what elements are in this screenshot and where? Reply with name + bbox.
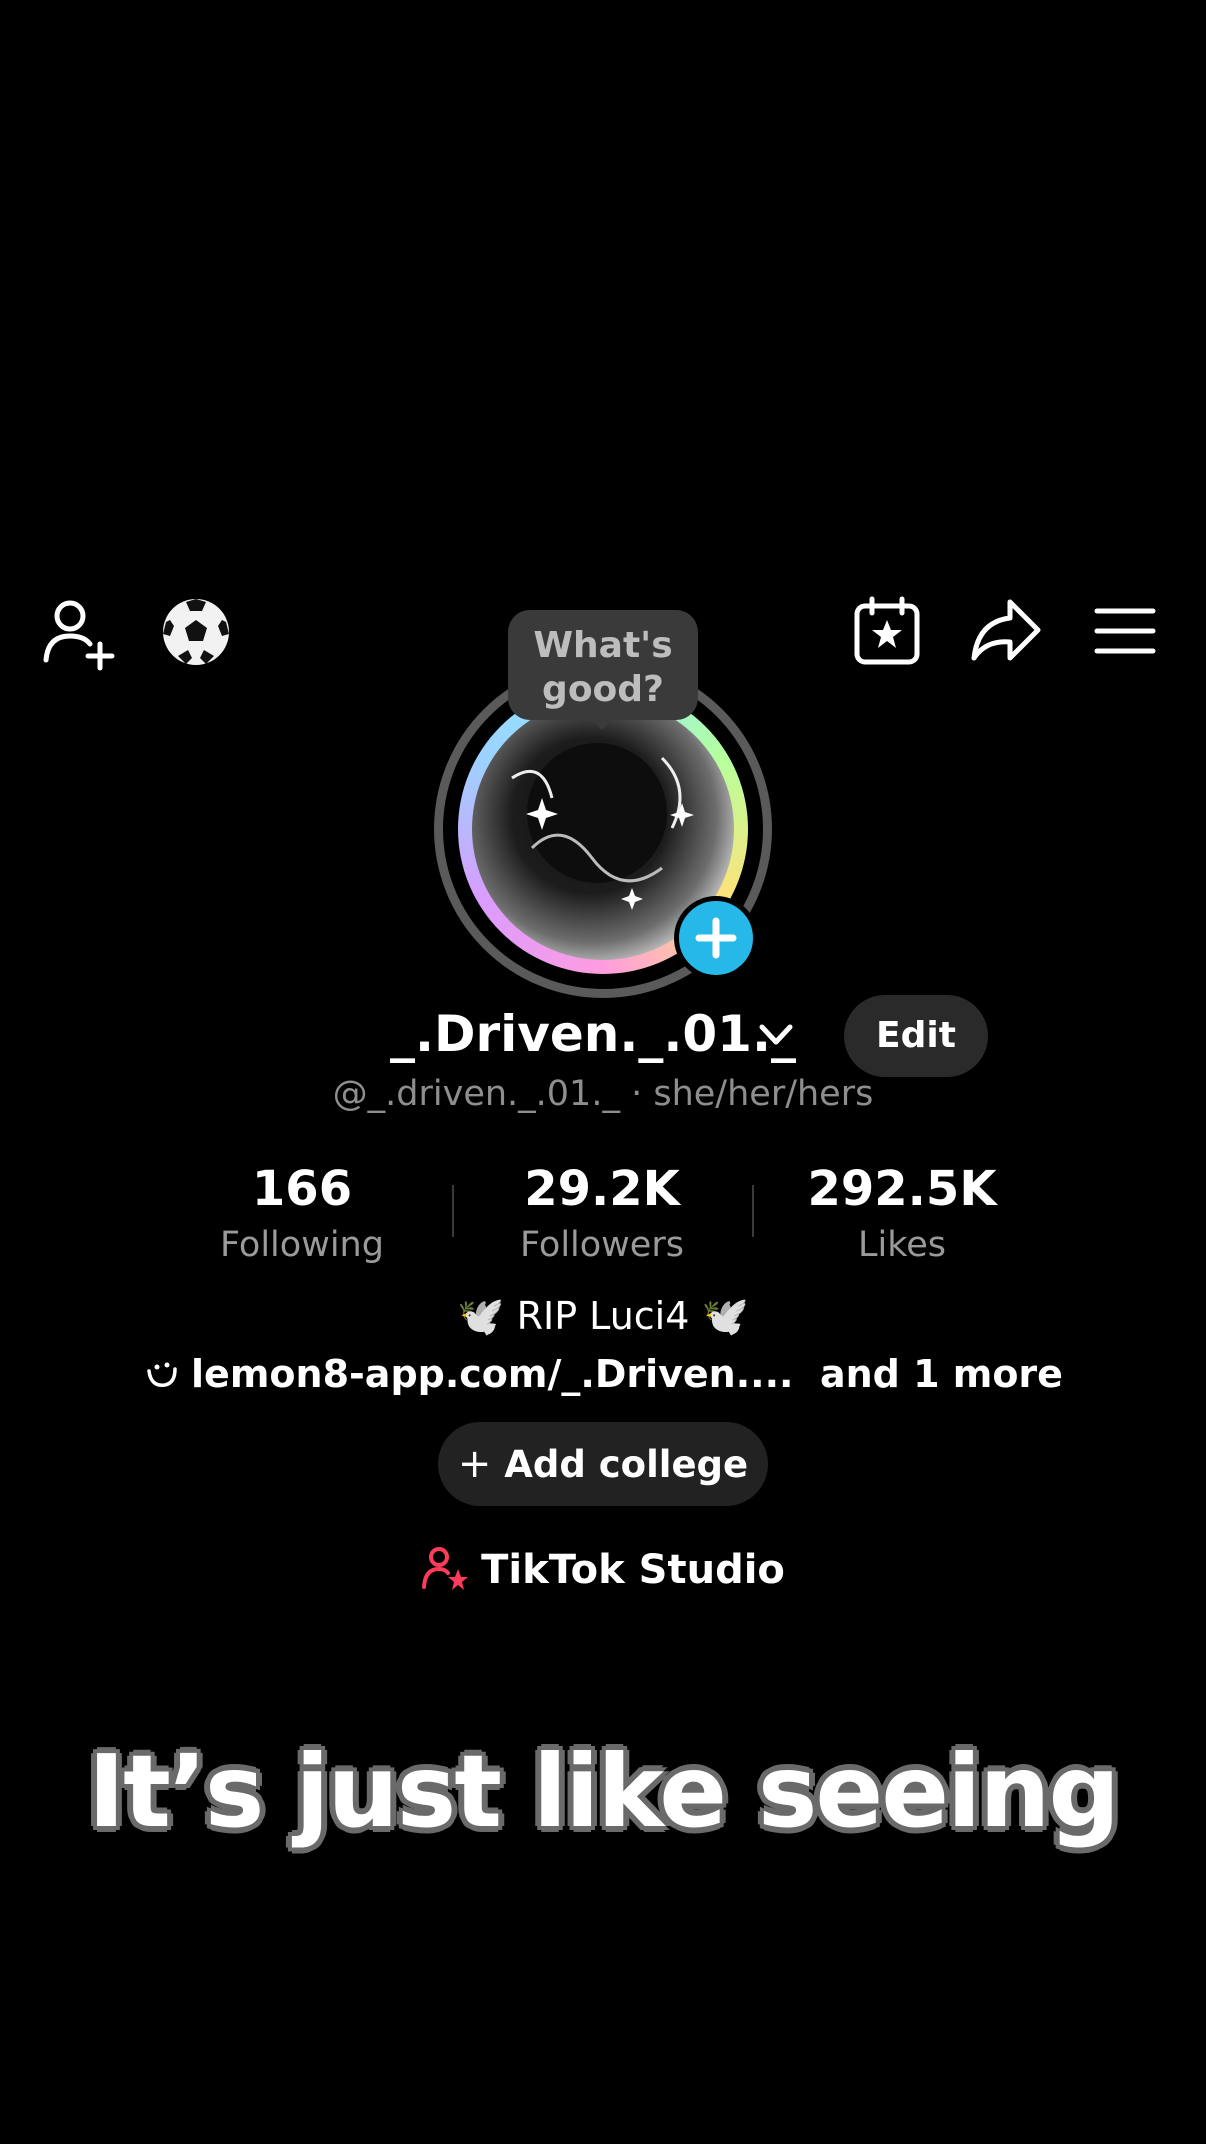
followers-count: 29.2K — [524, 1161, 680, 1217]
likes-count: 292.5K — [807, 1161, 997, 1217]
display-name[interactable]: _.Driven._.01._ — [390, 1004, 796, 1064]
bubble-tail — [588, 716, 616, 730]
following-label: Following — [220, 1225, 384, 1265]
add-friend-icon[interactable] — [40, 594, 120, 674]
following-count: 166 — [251, 1161, 353, 1217]
status-bubble[interactable]: What's good? — [508, 610, 698, 720]
likes-label: Likes — [857, 1225, 946, 1265]
bubble-line-2: good? — [542, 669, 664, 710]
video-caption: It’s just like seeing — [87, 1733, 1120, 1850]
chevron-down-icon[interactable] — [758, 1022, 794, 1048]
bio-link[interactable]: lemon8-app.com/_.Driven.... — [191, 1352, 793, 1396]
stat-followers[interactable]: 29.2K Followers — [452, 1160, 752, 1268]
menu-icon[interactable] — [1094, 606, 1156, 656]
bio-link-more[interactable]: and 1 more — [820, 1352, 1063, 1396]
calendar-star-icon[interactable] — [852, 596, 922, 666]
add-college-button[interactable]: + Add college — [438, 1422, 768, 1506]
add-college-label: Add college — [504, 1443, 749, 1486]
bio-text: 🕊️ RIP Luci4 🕊️ — [457, 1294, 749, 1338]
bubble-line-1: What's — [533, 625, 673, 666]
plus-icon — [695, 917, 737, 959]
tiktok-studio-link[interactable]: TikTok Studio — [0, 1542, 1206, 1598]
soccer-ball-icon[interactable] — [160, 596, 232, 668]
share-icon[interactable] — [970, 596, 1042, 666]
followers-label: Followers — [520, 1225, 684, 1265]
edit-profile-button[interactable]: Edit — [844, 995, 988, 1077]
handle: @_.driven._.01._ — [332, 1074, 620, 1114]
stat-likes[interactable]: 292.5K Likes — [752, 1160, 1052, 1268]
plus-icon: + — [457, 1441, 492, 1487]
smile-link-icon — [147, 1362, 177, 1387]
handle-pronouns: @_.driven._.01._ · she/her/hers — [0, 1074, 1206, 1114]
bio-link-row[interactable]: lemon8-app.com/_.Driven.... and 1 more — [0, 1348, 1206, 1400]
add-story-button[interactable] — [674, 896, 758, 980]
creator-star-icon — [422, 1547, 469, 1590]
studio-label: TikTok Studio — [481, 1547, 785, 1593]
pronouns: · she/her/hers — [631, 1074, 874, 1114]
stat-following[interactable]: 166 Following — [152, 1160, 452, 1268]
